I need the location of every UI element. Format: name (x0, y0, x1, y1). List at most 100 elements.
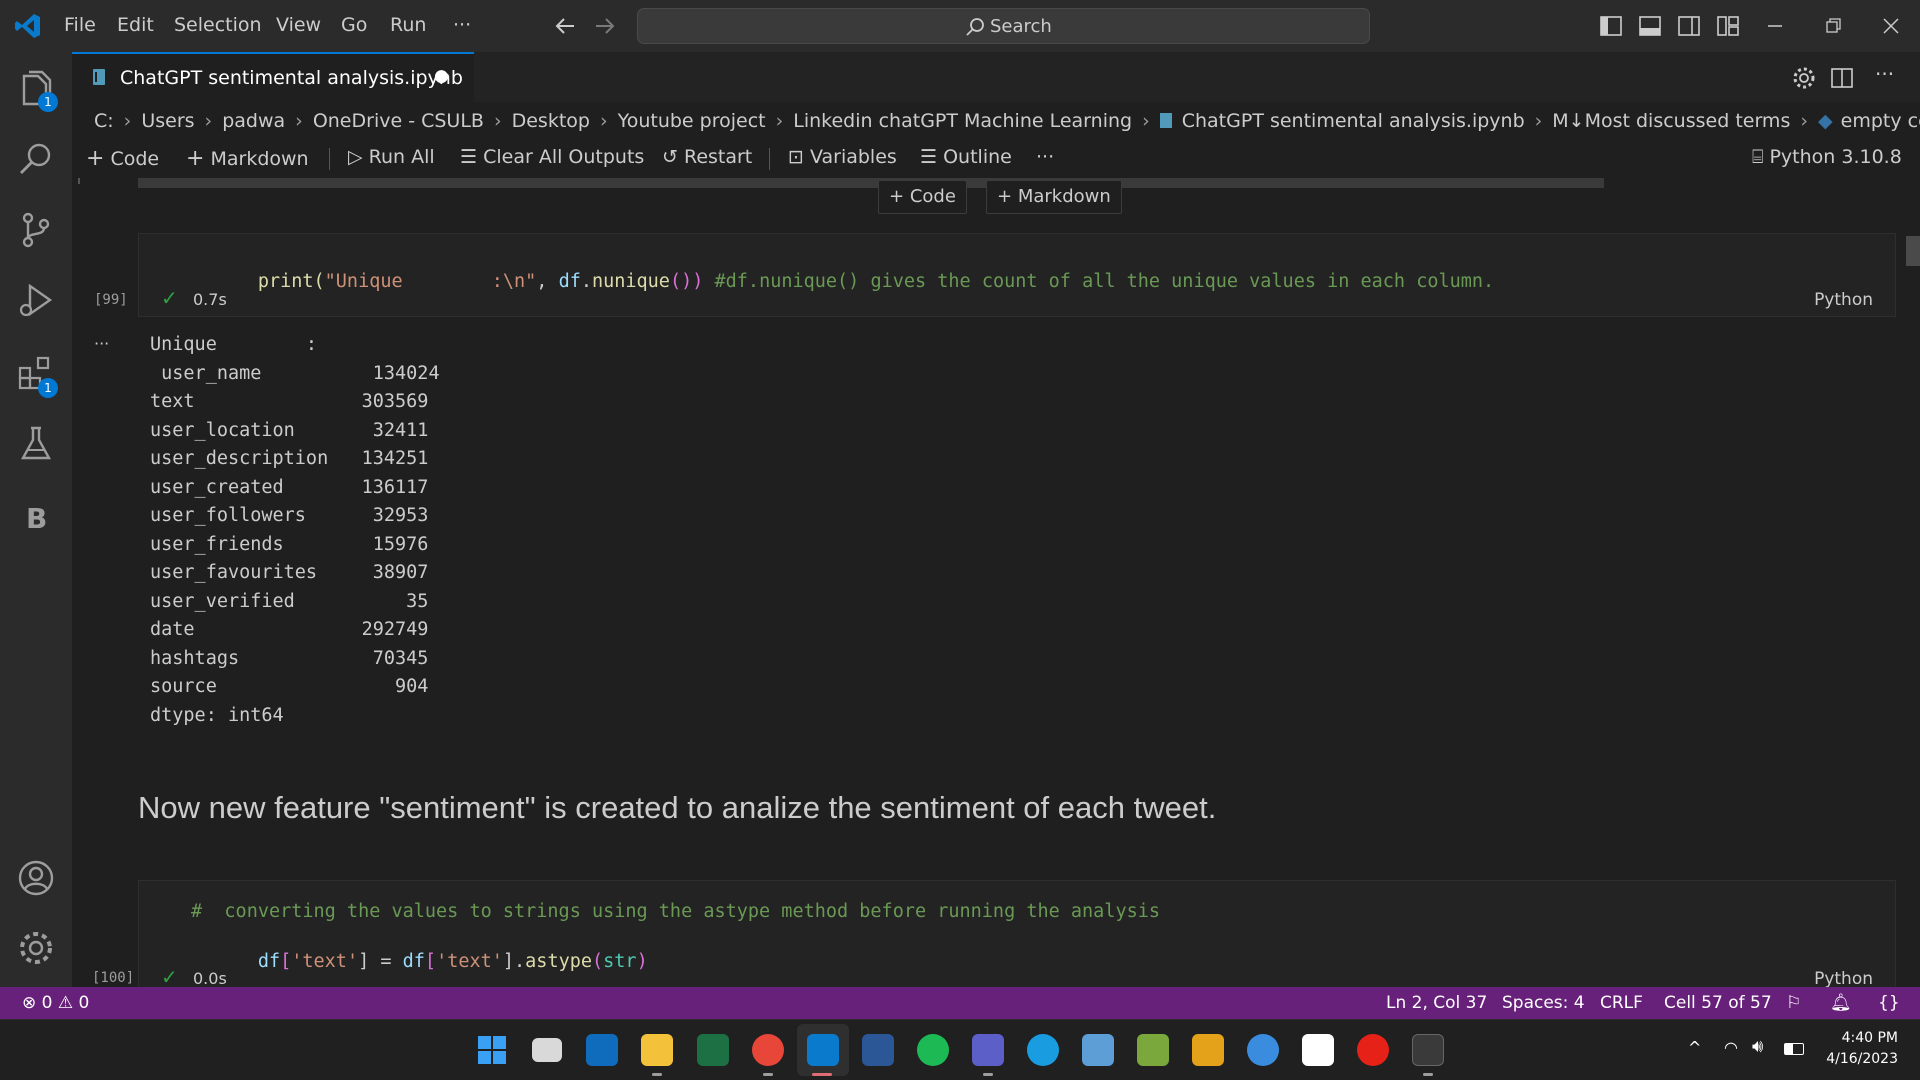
menu-run[interactable]: Run (390, 14, 426, 36)
restore-icon[interactable] (1826, 18, 1842, 34)
run-all-button[interactable]: ▷ Run All (348, 146, 435, 168)
code-line-2[interactable]: df['text'] = df['text'].astype(str) (191, 930, 648, 987)
output-line: source 904 (150, 676, 429, 697)
breadcrumb-item[interactable]: Users (141, 110, 194, 132)
code-cell-100[interactable]: # converting the values to strings using… (138, 880, 1896, 987)
app-icon[interactable] (1192, 1034, 1224, 1066)
task-view-icon[interactable] (532, 1038, 562, 1062)
breadcrumb-item[interactable]: empty cell (1841, 110, 1920, 132)
breadcrumb-item[interactable]: M↓Most discussed terms (1552, 110, 1790, 132)
terminal-icon[interactable] (1412, 1034, 1444, 1066)
variables-button[interactable]: ⊡ Variables (788, 146, 897, 168)
vscode-taskbar-icon[interactable] (807, 1034, 839, 1066)
arrow-left-icon[interactable] (554, 16, 576, 36)
volume-icon[interactable]: 🔊︎ (1752, 1036, 1763, 1057)
output-line: text 303569 (150, 391, 429, 412)
close-window-icon[interactable] (1883, 18, 1899, 34)
testing-icon[interactable] (16, 424, 56, 464)
command-center-search[interactable]: Search (637, 8, 1370, 44)
unsaved-dot-icon[interactable]: ● (434, 66, 449, 86)
insert-code-cell-button[interactable]: + Code (878, 180, 967, 214)
breadcrumb-item[interactable]: C: (94, 110, 114, 132)
clock-time[interactable]: 4:40 PM (1838, 1030, 1898, 1046)
vertical-scrollbar-thumb[interactable] (1906, 236, 1920, 266)
toggle-secondary-sidebar-icon[interactable] (1678, 16, 1700, 36)
vscode-logo-icon[interactable] (14, 12, 42, 40)
tab-notebook[interactable]: ChatGPT sentimental analysis.ipynb ● (72, 52, 474, 102)
cursor-position[interactable]: Ln 2, Col 37 (1386, 993, 1487, 1013)
markdown-cell[interactable]: Now new feature "sentiment" is created t… (138, 790, 1216, 826)
menu-file[interactable]: File (64, 14, 96, 36)
output-line: Unique : (150, 334, 318, 355)
menu-more[interactable]: ··· (453, 14, 471, 36)
notebook-settings-gear-icon[interactable] (1792, 66, 1816, 90)
toggle-primary-sidebar-icon[interactable] (1600, 16, 1622, 36)
globe-icon[interactable] (1247, 1034, 1279, 1066)
show-hidden-icons-chevron-icon[interactable]: ^ (1688, 1038, 1701, 1057)
kernel-label: Python 3.10.8 (1769, 146, 1902, 168)
app-icon[interactable] (1082, 1034, 1114, 1066)
kernel-status-icon[interactable]: {} (1878, 993, 1900, 1013)
teams-icon[interactable] (972, 1034, 1004, 1066)
cell-position[interactable]: Cell 57 of 57 (1664, 993, 1772, 1013)
youtube-icon[interactable] (1357, 1034, 1389, 1066)
notifications-bell-icon[interactable]: 🔔︎ (1830, 993, 1852, 1013)
file-explorer-icon[interactable] (641, 1034, 673, 1066)
source-control-icon[interactable] (16, 210, 56, 250)
restart-button[interactable]: ↺ Restart (662, 146, 752, 168)
outline-button[interactable]: ☰ Outline (920, 146, 1012, 168)
outlook-icon[interactable] (586, 1034, 618, 1066)
code-cell-99[interactable]: print("Unique :\n", df.nunique()) #df.nu… (138, 233, 1896, 317)
chrome-icon[interactable] (752, 1034, 784, 1066)
wifi-icon[interactable]: ◠ (1724, 1038, 1738, 1057)
kernel-picker[interactable]: ⌸ Python 3.10.8 (1752, 146, 1902, 168)
clear-all-outputs-button[interactable]: ☰ Clear All Outputs (460, 146, 644, 168)
run-debug-icon[interactable] (16, 280, 56, 320)
breadcrumb-item[interactable]: Linkedin chatGPT Machine Learning (793, 110, 1132, 132)
minimize-icon[interactable] (1768, 24, 1784, 28)
code-line-1[interactable]: print("Unique :\n", df.nunique()) #df.nu… (191, 250, 1494, 313)
problems-indicator[interactable]: ⊗ 0 ⚠ 0 (22, 993, 89, 1013)
windows-start-icon[interactable] (477, 1035, 507, 1065)
code-comment-line[interactable]: # converting the values to strings using… (191, 901, 1160, 922)
breadcrumb-item[interactable]: ChatGPT sentimental analysis.ipynb (1182, 110, 1525, 132)
indentation[interactable]: Spaces: 4 (1502, 993, 1585, 1013)
end-of-line[interactable]: CRLF (1600, 993, 1643, 1013)
menu-selection[interactable]: Selection (174, 14, 262, 36)
notion-icon[interactable] (1302, 1034, 1334, 1066)
clock-date[interactable]: 4/16/2023 (1818, 1051, 1898, 1067)
excel-icon[interactable] (697, 1034, 729, 1066)
breadcrumb-item[interactable]: padwa (222, 110, 285, 132)
manage-gear-icon[interactable] (16, 928, 56, 968)
plus-icon: + (997, 186, 1013, 207)
arrow-right-icon[interactable] (594, 16, 616, 36)
menu-go[interactable]: Go (341, 14, 367, 36)
add-markdown-cell-button[interactable]: + Markdown (186, 146, 309, 171)
snipping-tool-icon[interactable] (862, 1034, 894, 1066)
split-editor-icon[interactable] (1831, 68, 1853, 88)
battery-icon[interactable] (1784, 1043, 1804, 1055)
add-code-cell-button[interactable]: + Code (86, 146, 159, 171)
search-view-icon[interactable] (16, 140, 56, 180)
toolbar-more-icon[interactable]: ··· (1036, 146, 1054, 168)
edge-icon[interactable] (1027, 1034, 1059, 1066)
run-all-label: Run All (368, 146, 435, 168)
toggle-panel-icon[interactable] (1639, 16, 1661, 36)
breadcrumb-item[interactable]: Desktop (512, 110, 590, 132)
spotify-icon[interactable] (917, 1034, 949, 1066)
menu-edit[interactable]: Edit (117, 14, 154, 36)
feedback-icon[interactable]: ⚐ (1786, 993, 1801, 1013)
menu-view[interactable]: View (276, 14, 321, 36)
cell-language-label[interactable]: Python (1814, 290, 1873, 310)
customize-layout-icon[interactable] (1717, 16, 1739, 36)
b-extension-icon[interactable]: B (26, 502, 47, 535)
insert-markdown-cell-button[interactable]: + Markdown (986, 180, 1122, 214)
cell-language-label[interactable]: Python (1814, 969, 1873, 987)
cell-focus-indicator (78, 178, 80, 184)
accounts-icon[interactable] (16, 858, 56, 898)
breadcrumb-item[interactable]: Youtube project (618, 110, 766, 132)
app-icon[interactable] (1137, 1034, 1169, 1066)
breadcrumb-item[interactable]: OneDrive - CSULB (313, 110, 484, 132)
output-more-icon[interactable]: ··· (94, 334, 109, 353)
editor-more-actions-icon[interactable]: ··· (1875, 62, 1894, 86)
